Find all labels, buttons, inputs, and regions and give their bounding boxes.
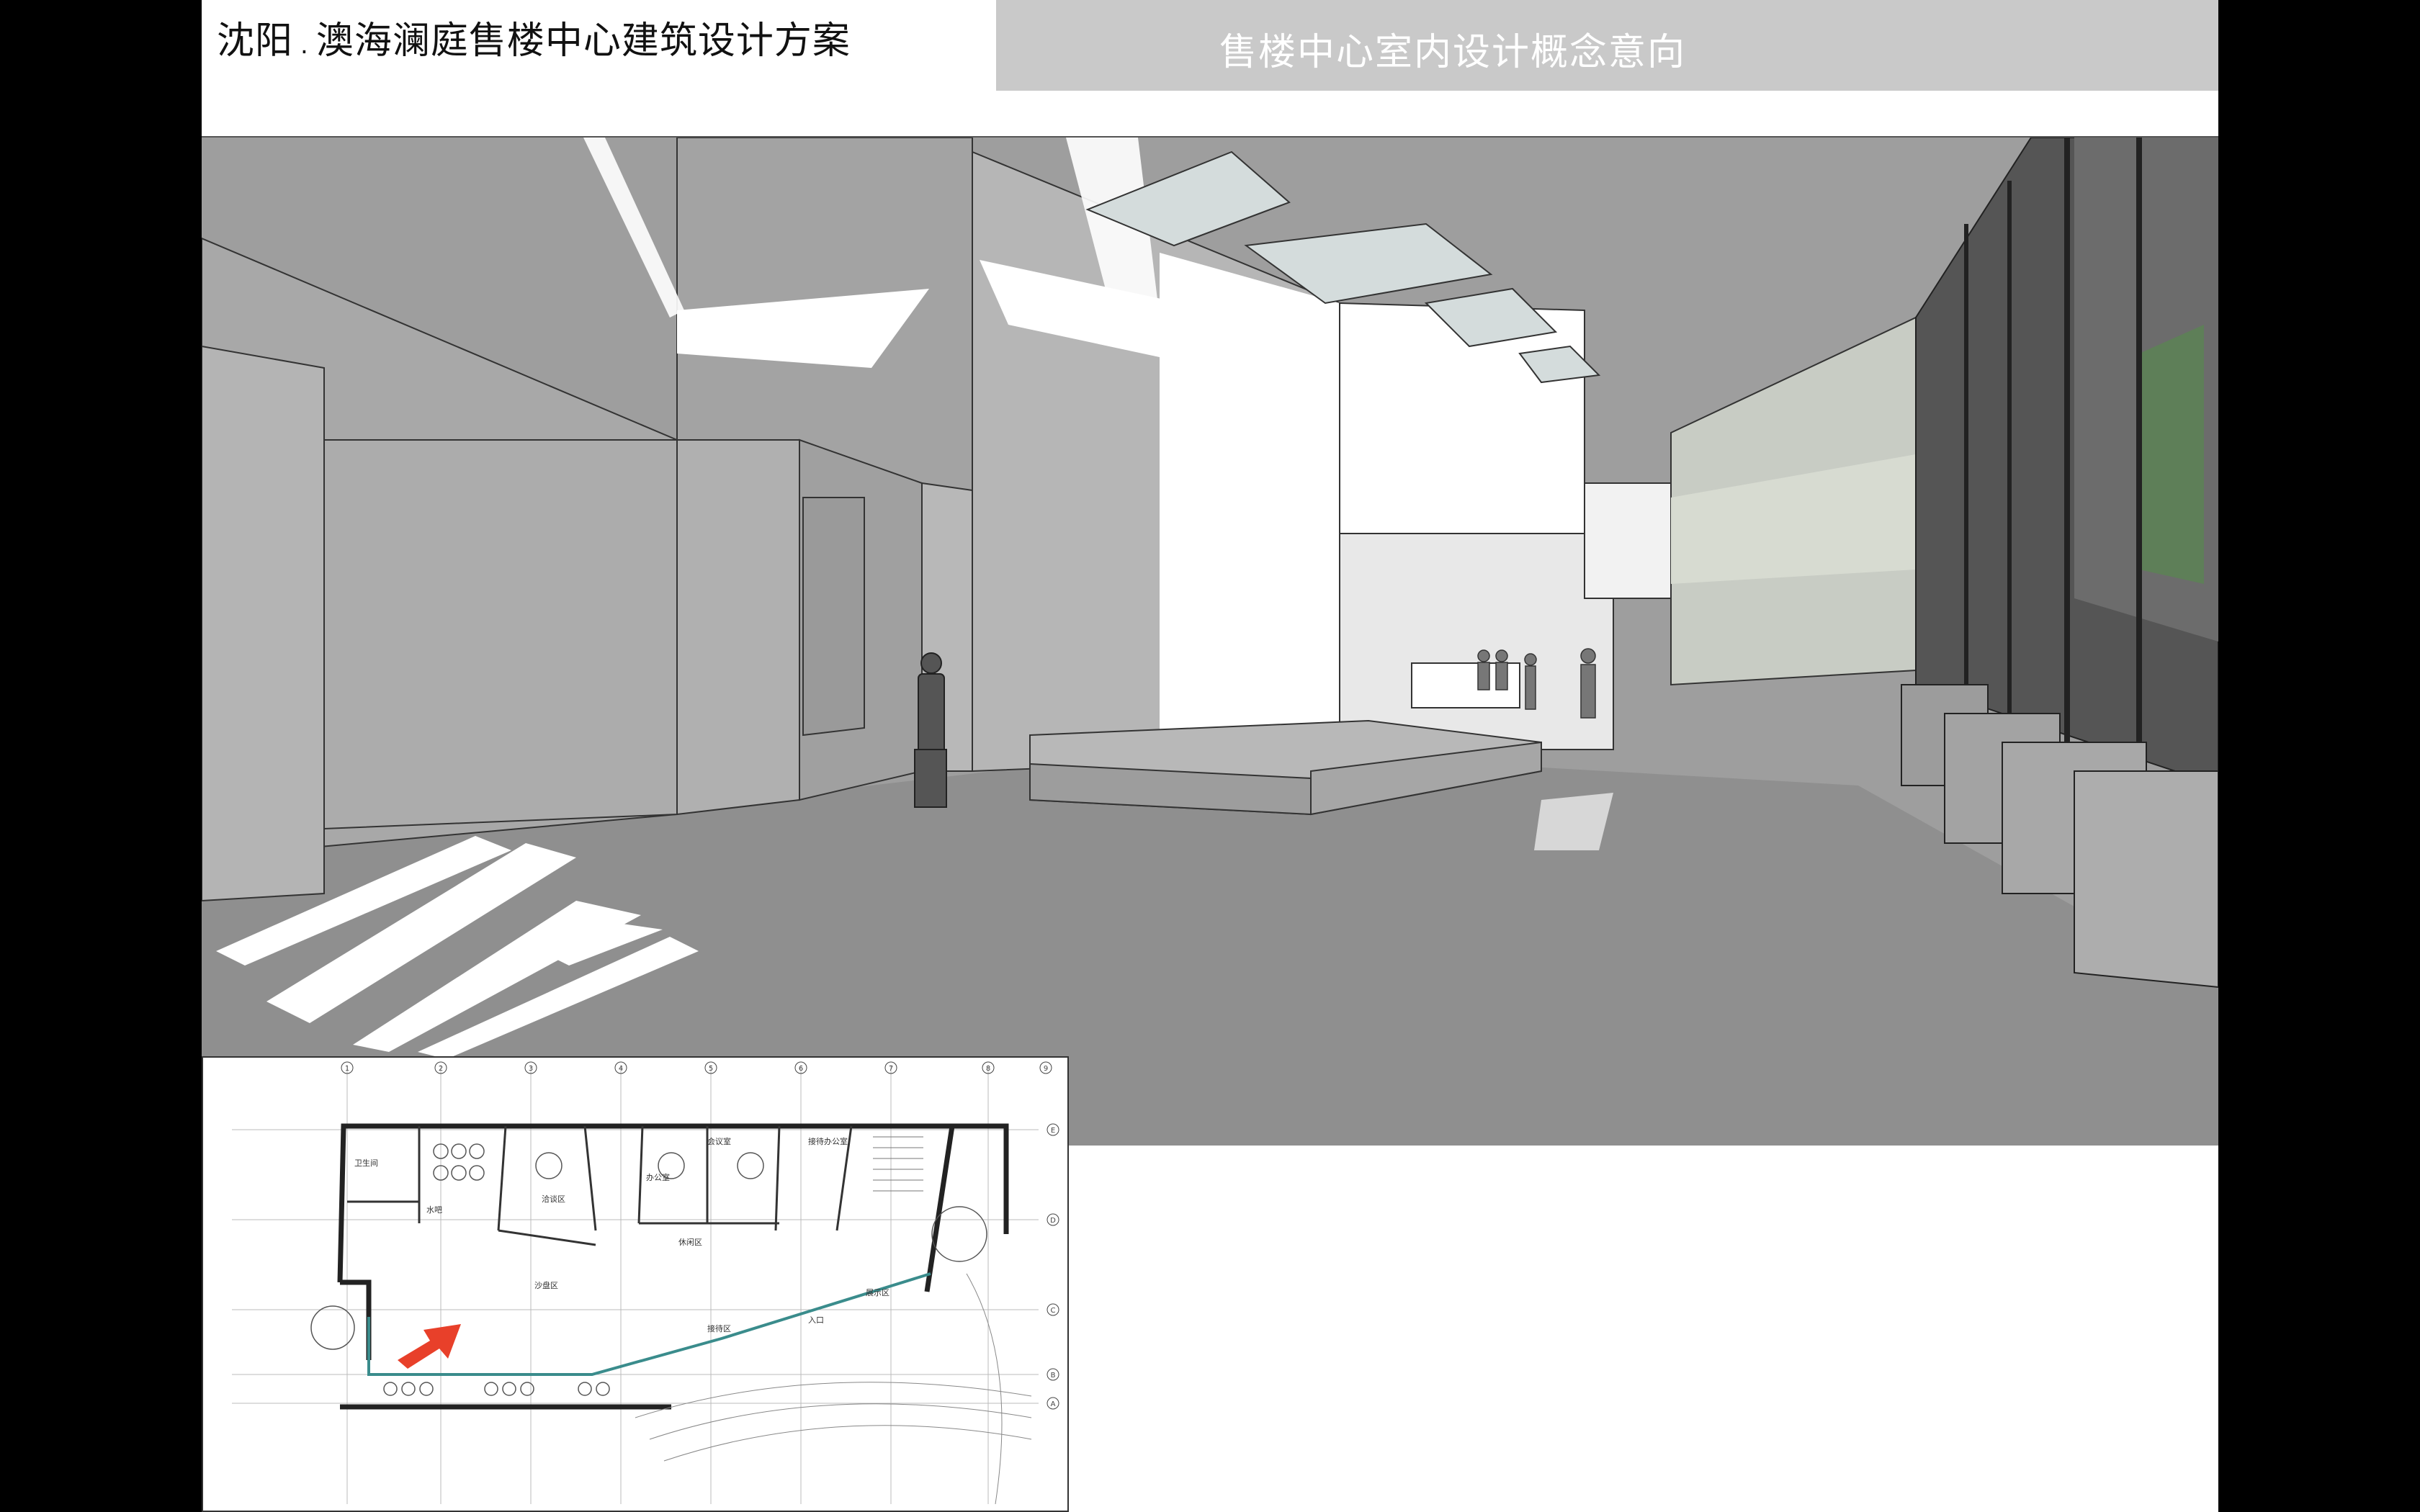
section-header-band: 售楼中心室内设计概念意向 xyxy=(996,0,2218,91)
plan-label: 卫生间 xyxy=(354,1158,378,1168)
floor-plan: 洽谈区 办公室 接待办公室 会议室 卫生间 水吧 沙盘区 入口 接待区 休闲区 … xyxy=(202,1056,1069,1512)
title-separator: . xyxy=(300,31,309,60)
grid-letter: E xyxy=(1051,1127,1055,1135)
grid-number: 9 xyxy=(1044,1065,1048,1073)
plan-label: 展示区 xyxy=(866,1288,889,1297)
grid-letter: C xyxy=(1051,1307,1056,1315)
grid-number: 8 xyxy=(986,1065,990,1073)
grid-letter: B xyxy=(1051,1372,1056,1380)
plan-label: 水吧 xyxy=(426,1205,442,1215)
grid-number: 2 xyxy=(439,1065,443,1073)
plan-label: 休闲区 xyxy=(678,1237,702,1247)
grid-letter: D xyxy=(1050,1217,1056,1225)
grid-number: 3 xyxy=(529,1065,533,1073)
grid-number: 7 xyxy=(889,1065,893,1073)
grid-letter: A xyxy=(1051,1400,1056,1408)
person-figure xyxy=(914,652,947,808)
grid-number: 5 xyxy=(709,1065,713,1073)
slide: 沈阳. 澳海澜庭售楼中心建筑设计方案 售楼中心室内设计概念意向 洽谈区 办公室 … xyxy=(202,0,2218,1512)
page-title: 沈阳. 澳海澜庭售楼中心建筑设计方案 xyxy=(217,10,851,64)
interior-rendering xyxy=(202,136,2218,1146)
grid-number: 6 xyxy=(799,1065,803,1073)
plan-label: 洽谈区 xyxy=(542,1194,565,1204)
title-city: 沈阳 xyxy=(217,19,294,63)
plan-label: 入口 xyxy=(808,1315,824,1325)
section-title: 售楼中心室内设计概念意向 xyxy=(1219,31,1687,74)
interior-rendering-drawing xyxy=(202,138,2218,1146)
plan-label: 接待办公室 xyxy=(808,1136,848,1146)
grid-number: 1 xyxy=(345,1065,349,1073)
plan-label: 接待区 xyxy=(707,1323,731,1333)
plan-label: 会议室 xyxy=(707,1136,731,1146)
grid-number: 4 xyxy=(619,1065,623,1073)
plan-label: 沙盘区 xyxy=(534,1280,558,1290)
floor-plan-drawing: 洽谈区 办公室 接待办公室 会议室 卫生间 水吧 沙盘区 入口 接待区 休闲区 … xyxy=(203,1058,1067,1511)
plan-label: 办公室 xyxy=(646,1172,670,1182)
title-project: 澳海澜庭售楼中心建筑设计方案 xyxy=(315,19,851,63)
